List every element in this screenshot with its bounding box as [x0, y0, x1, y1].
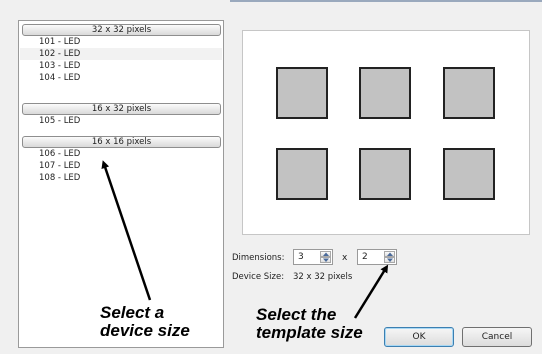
template-size-callout-line1: Select the [256, 305, 337, 324]
template-size-callout-line2: template size [256, 323, 363, 342]
device-size-callout-line1: Select a [100, 303, 165, 322]
device-size-callout-line2: device size [100, 321, 190, 340]
template-size-arrow [353, 264, 389, 319]
callout-arrows [101, 160, 389, 319]
template-dialog: 32 x 32 pixels 101 - LED 102 - LED 103 -… [0, 0, 542, 354]
device-size-arrow [101, 160, 152, 301]
